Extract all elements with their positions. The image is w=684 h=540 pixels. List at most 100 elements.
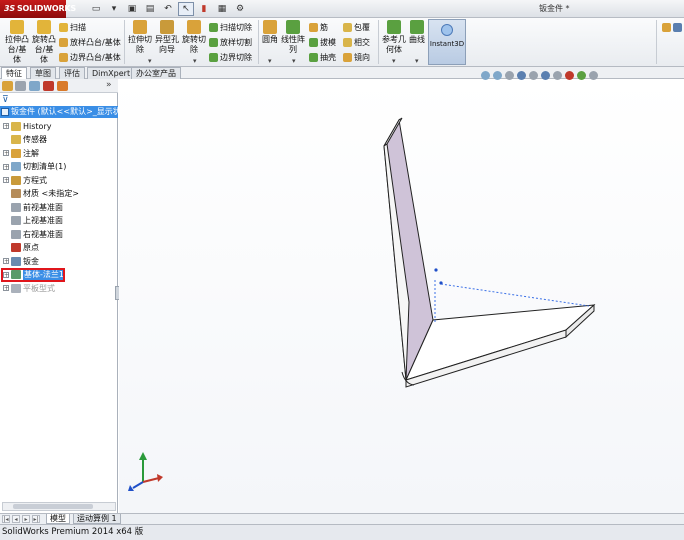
view-orientation-icon[interactable]: [529, 71, 538, 80]
property-manager-tab-icon[interactable]: [15, 81, 26, 91]
expand-icon[interactable]: +: [3, 123, 9, 130]
undo-icon[interactable]: ↶: [160, 2, 176, 16]
shell-button[interactable]: 抽壳: [309, 52, 336, 63]
tree-item[interactable]: + 方程式: [0, 174, 118, 186]
tab-office-products[interactable]: 办公室产品: [131, 67, 181, 79]
tree-item[interactable]: 材质 <未指定>: [0, 188, 118, 200]
tab-sketch[interactable]: 草图: [30, 67, 56, 79]
solidworks-logo[interactable]: 3S SOLIDWORKS: [0, 0, 76, 18]
zoom-area-icon[interactable]: [493, 71, 502, 80]
tab-model[interactable]: 模型: [46, 514, 70, 524]
chevron-down-icon[interactable]: ▾: [193, 57, 197, 65]
chevron-down-icon[interactable]: ▾: [392, 57, 396, 65]
tree-item[interactable]: + 钣金: [0, 255, 118, 267]
last-tab-icon[interactable]: ▸|: [32, 515, 40, 523]
rebuild-icon[interactable]: ▮: [196, 2, 212, 16]
ref-geometry-button[interactable]: 参考几 何体: [381, 20, 407, 55]
document-title: 钣金件 *: [539, 4, 570, 13]
tree-item[interactable]: + 注解: [0, 147, 118, 159]
next-tab-icon[interactable]: ▸: [22, 515, 30, 523]
feature-icon: [11, 189, 21, 198]
feature-icon: [11, 148, 21, 158]
expand-icon[interactable]: +: [3, 150, 9, 157]
previous-view-icon[interactable]: [505, 71, 514, 80]
new-icon[interactable]: ▭: [88, 2, 104, 16]
tree-item[interactable]: + 平板型式: [0, 282, 118, 294]
mirror-button[interactable]: 镜向: [343, 52, 370, 63]
file-props-icon[interactable]: ▦: [214, 2, 230, 16]
wrap-button[interactable]: 包覆: [343, 22, 370, 33]
extrude-boss-button[interactable]: 拉伸凸 台/基 体: [4, 20, 30, 65]
sweep-button[interactable]: 扫描: [59, 22, 86, 33]
horizontal-scrollbar[interactable]: [2, 502, 116, 511]
sweep-cut-button[interactable]: 扫描切除: [209, 22, 252, 33]
fillet-button[interactable]: 圆角: [261, 20, 279, 45]
dimxpert-tab-icon[interactable]: [43, 81, 54, 91]
chevron-down-icon[interactable]: ▾: [148, 57, 152, 65]
first-tab-icon[interactable]: |◂: [2, 515, 10, 523]
tab-evaluate[interactable]: 评估: [59, 67, 85, 79]
tree-item[interactable]: 原点: [0, 242, 118, 254]
rib-icon: [309, 23, 318, 32]
view-settings-icon[interactable]: [589, 71, 598, 80]
expand-icon[interactable]: +: [3, 285, 9, 292]
chevron-down-icon[interactable]: ▾: [415, 57, 419, 65]
config-manager-tab-icon[interactable]: [29, 81, 40, 91]
loft-icon: [59, 38, 68, 47]
tree-item[interactable]: 前视基准面: [0, 201, 118, 213]
revolve-boss-icon: [37, 20, 51, 34]
draft-button[interactable]: 拔模: [309, 37, 336, 48]
chevron-down-icon[interactable]: ▾: [268, 57, 272, 65]
graphics-viewport[interactable]: [119, 80, 684, 513]
loft-cut-button[interactable]: 放样切割: [209, 37, 252, 48]
draft-label: 拔模: [320, 38, 336, 47]
extrude-cut-button[interactable]: 拉伸切 除: [127, 20, 153, 55]
tree-item[interactable]: 传感器: [0, 134, 118, 146]
instant3d-button[interactable]: Instant3D: [428, 19, 466, 65]
zoom-to-fit-icon[interactable]: [481, 71, 490, 80]
tree-item[interactable]: + History: [0, 120, 118, 132]
tab-features[interactable]: 特征: [1, 67, 27, 79]
tab-motion-study[interactable]: 运动算例 1: [73, 514, 121, 524]
chevron-right-icon[interactable]: »: [106, 80, 112, 90]
tree-item-label: 上视基准面: [23, 216, 63, 225]
hide-show-icon[interactable]: [553, 71, 562, 80]
linear-pattern-button[interactable]: 线性阵 列: [281, 20, 305, 55]
print-icon[interactable]: ▤: [142, 2, 158, 16]
tree-item[interactable]: 上视基准面: [0, 215, 118, 227]
scrollbar-thumb[interactable]: [13, 504, 93, 509]
boundary-boss-button[interactable]: 边界凸台/基体: [59, 52, 121, 63]
tree-item[interactable]: + 切割清单(1): [0, 161, 118, 173]
scene-icon[interactable]: [577, 71, 586, 80]
intersect-button[interactable]: 相交: [343, 37, 370, 48]
expand-icon[interactable]: +: [3, 163, 9, 170]
display-style-icon[interactable]: [541, 71, 550, 80]
chevron-down-icon[interactable]: ▾: [292, 57, 296, 65]
boundary-cut-button[interactable]: 边界切除: [209, 52, 252, 63]
open-icon[interactable]: ▾: [106, 2, 122, 16]
appearance-icon[interactable]: [565, 71, 574, 80]
tree-item[interactable]: 右视基准面: [0, 228, 118, 240]
overflow-tools-icon[interactable]: [662, 22, 682, 33]
revolve-boss-button[interactable]: 旋转凸 台/基 体: [31, 20, 57, 65]
curves-button[interactable]: 曲线: [408, 20, 426, 45]
expand-icon[interactable]: +: [3, 177, 9, 184]
tab-dimxpert[interactable]: DimXpert: [87, 67, 136, 79]
expand-icon[interactable]: +: [3, 258, 9, 265]
section-view-icon[interactable]: [517, 71, 526, 80]
options-icon[interactable]: ⚙: [232, 2, 248, 16]
loft-cut-label: 放样切割: [220, 38, 252, 47]
filter-icon[interactable]: ⊽: [2, 95, 12, 105]
rib-button[interactable]: 筋: [309, 22, 328, 33]
loft-boss-button[interactable]: 放样凸台/基体: [59, 37, 121, 48]
hole-wizard-button[interactable]: 异型孔 向导: [154, 20, 180, 55]
revolve-cut-button[interactable]: 旋转切 除: [181, 20, 207, 55]
tree-root-part[interactable]: 钣金件 (默认<<默认>_显示状: [0, 106, 118, 118]
prev-tab-icon[interactable]: ◂: [12, 515, 20, 523]
hole-wizard-icon: [160, 20, 174, 34]
logo-text: SOLIDWORKS: [16, 4, 76, 13]
feature-tree-tab-icon[interactable]: [2, 81, 13, 91]
select-icon[interactable]: ↖: [178, 2, 194, 16]
save-icon[interactable]: ▣: [124, 2, 140, 16]
display-manager-tab-icon[interactable]: [57, 81, 68, 91]
